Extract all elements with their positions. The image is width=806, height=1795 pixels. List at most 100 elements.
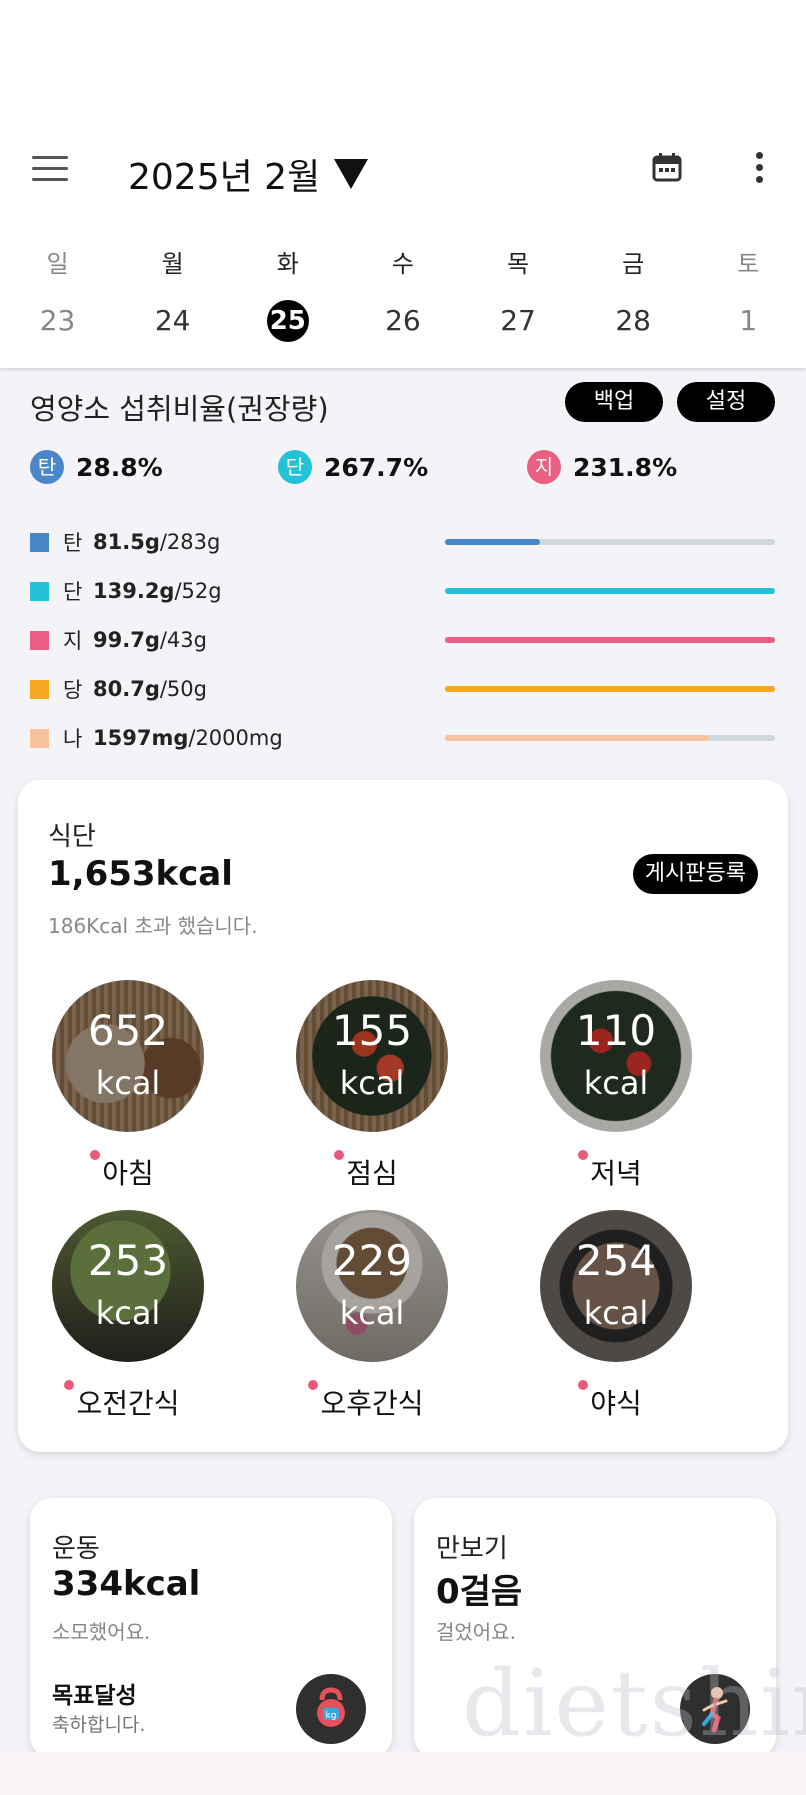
meal-kcal-unit: kcal (583, 1294, 649, 1332)
more-vertical-icon[interactable] (756, 152, 764, 186)
progress-fill (445, 735, 709, 741)
meal-label: 오전간식 (64, 1380, 180, 1422)
carbs-ratio-value: 28.8% (76, 452, 163, 482)
exercise-card[interactable]: 운동 334kcal 소모했어요. 목표달성 축하합니다. kg (30, 1498, 392, 1758)
meal-2[interactable]: 110 kcal 저녁 (516, 980, 716, 1192)
nutrient-progress-bar (445, 637, 775, 643)
nutrient-label: 나 (63, 727, 83, 751)
meal-name: 오전간식 (76, 1387, 180, 1420)
pedometer-title: 만보기 (436, 1534, 508, 1564)
meal-photo[interactable]: 652 kcal (52, 980, 204, 1132)
weekday-label: 월 (161, 250, 184, 278)
meal-kcal-unit: kcal (95, 1064, 161, 1102)
day-3[interactable]: 수 26 (345, 248, 460, 342)
meal-0[interactable]: 652 kcal 아침 (28, 980, 228, 1192)
meal-1[interactable]: 155 kcal 점심 (272, 980, 472, 1192)
nutrient-target: /283g (159, 530, 221, 554)
nutrient-label: 단 (63, 580, 83, 604)
settings-button[interactable]: 설정 (677, 382, 775, 422)
meal-4[interactable]: 229 kcal 오후간식 (272, 1210, 472, 1422)
photo-overlay (296, 980, 448, 1132)
progress-fill (445, 686, 775, 692)
protein-ratio-value: 267.7% (324, 452, 429, 482)
kettlebell-icon[interactable]: kg (296, 1674, 366, 1744)
meal-name: 오후간식 (320, 1387, 424, 1420)
svg-text:kg: kg (326, 1711, 337, 1721)
status-dot (308, 1380, 319, 1390)
day-5[interactable]: 금 28 (576, 248, 691, 342)
day-1[interactable]: 월 24 (115, 248, 230, 342)
nutrient-label: 탄 (63, 531, 83, 555)
weekday-label: 일 (46, 250, 69, 278)
meal-kcal-value: 155 (331, 1006, 413, 1055)
nutrient-row: 당 80.7g/50g (30, 674, 780, 704)
week-strip: 일 23 월 24 화 25 수 26 목 27 금 28 토 1 (0, 248, 806, 342)
nutrient-progress-bar (445, 735, 775, 741)
goal-sub: 축하합니다. (52, 1714, 146, 1736)
status-dot (90, 1150, 101, 1160)
month-selector[interactable]: 2025년 2월 (128, 148, 369, 200)
progress-fill (445, 539, 541, 545)
nutrient-row: 나 1597mg/2000mg (30, 723, 780, 753)
nutrient-progress-bar (445, 588, 775, 594)
exercise-kcal: 334kcal (52, 1564, 201, 1604)
meal-photo[interactable]: 110 kcal (540, 980, 692, 1132)
ratio-carbs: 탄 28.8% (30, 450, 163, 484)
meal-kcal-value: 254 (575, 1236, 657, 1285)
day-4[interactable]: 목 27 (461, 248, 576, 342)
carbs-badge: 탄 (30, 450, 64, 484)
nutrient-amount: 99.7g (93, 628, 160, 652)
photo-overlay (296, 1210, 448, 1362)
meal-kcal-value: 110 (575, 1006, 657, 1055)
ratio-fat: 지 231.8% (527, 450, 677, 484)
nutrient-target: /52g (174, 579, 222, 603)
meal-name: 야식 (590, 1387, 642, 1420)
meal-name: 저녁 (590, 1157, 642, 1190)
meal-label: 오후간식 (308, 1380, 424, 1422)
nutrient-amount: 81.5g (93, 530, 160, 554)
diet-card[interactable]: 식단 1,653kcal 186Kcal 초과 했습니다. 게시판등록 652 k… (18, 780, 788, 1452)
date-number: 26 (385, 304, 421, 337)
meal-3[interactable]: 253 kcal 오전간식 (28, 1210, 228, 1422)
backup-button[interactable]: 백업 (565, 382, 663, 422)
calendar-icon[interactable] (652, 152, 682, 182)
meal-photo[interactable]: 254 kcal (540, 1210, 692, 1362)
dropdown-triangle-icon (334, 159, 369, 189)
system-nav-bar (0, 1752, 806, 1795)
month-label: 2025년 2월 (128, 157, 321, 198)
diet-title: 식단 (48, 822, 96, 852)
post-to-board-button[interactable]: 게시판등록 (632, 854, 758, 894)
photo-overlay (540, 980, 692, 1132)
meal-name: 아침 (102, 1157, 154, 1190)
nutrition-title: 영양소 섭취비율(권장량) (30, 392, 329, 426)
protein-badge: 단 (278, 450, 312, 484)
meal-photo[interactable]: 155 kcal (296, 980, 448, 1132)
pedometer-sub: 걸었어요. (436, 1620, 516, 1644)
exercise-sub: 소모했어요. (52, 1620, 151, 1644)
meal-photo[interactable]: 253 kcal (52, 1210, 204, 1362)
hamburger-menu-icon[interactable] (32, 156, 68, 184)
status-dot (578, 1150, 589, 1160)
meal-5[interactable]: 254 kcal 야식 (516, 1210, 716, 1422)
status-dot (578, 1380, 589, 1390)
nutrient-label: 지 (63, 629, 83, 653)
fat-ratio-value: 231.8% (573, 452, 678, 482)
meal-name: 점심 (346, 1157, 398, 1190)
day-0[interactable]: 일 23 (0, 248, 115, 342)
legend-square (30, 581, 49, 601)
date-number: 23 (39, 304, 76, 337)
meal-label: 야식 (578, 1380, 642, 1422)
ratio-protein: 단 267.7% (278, 450, 428, 484)
photo-overlay (52, 980, 204, 1132)
meal-photo[interactable]: 229 kcal (296, 1210, 448, 1362)
date-number: 25 (266, 300, 309, 342)
nutrient-amount: 80.7g (93, 677, 160, 701)
nutrient-row: 탄 81.5g/283g (30, 527, 780, 557)
legend-square (30, 679, 49, 699)
meal-label: 아침 (90, 1150, 154, 1192)
progress-fill (445, 588, 775, 594)
nutrient-label: 당 (63, 678, 83, 702)
day-6[interactable]: 토1 (691, 248, 806, 342)
day-2[interactable]: 화 25 (230, 248, 345, 342)
meal-label: 저녁 (578, 1150, 642, 1192)
